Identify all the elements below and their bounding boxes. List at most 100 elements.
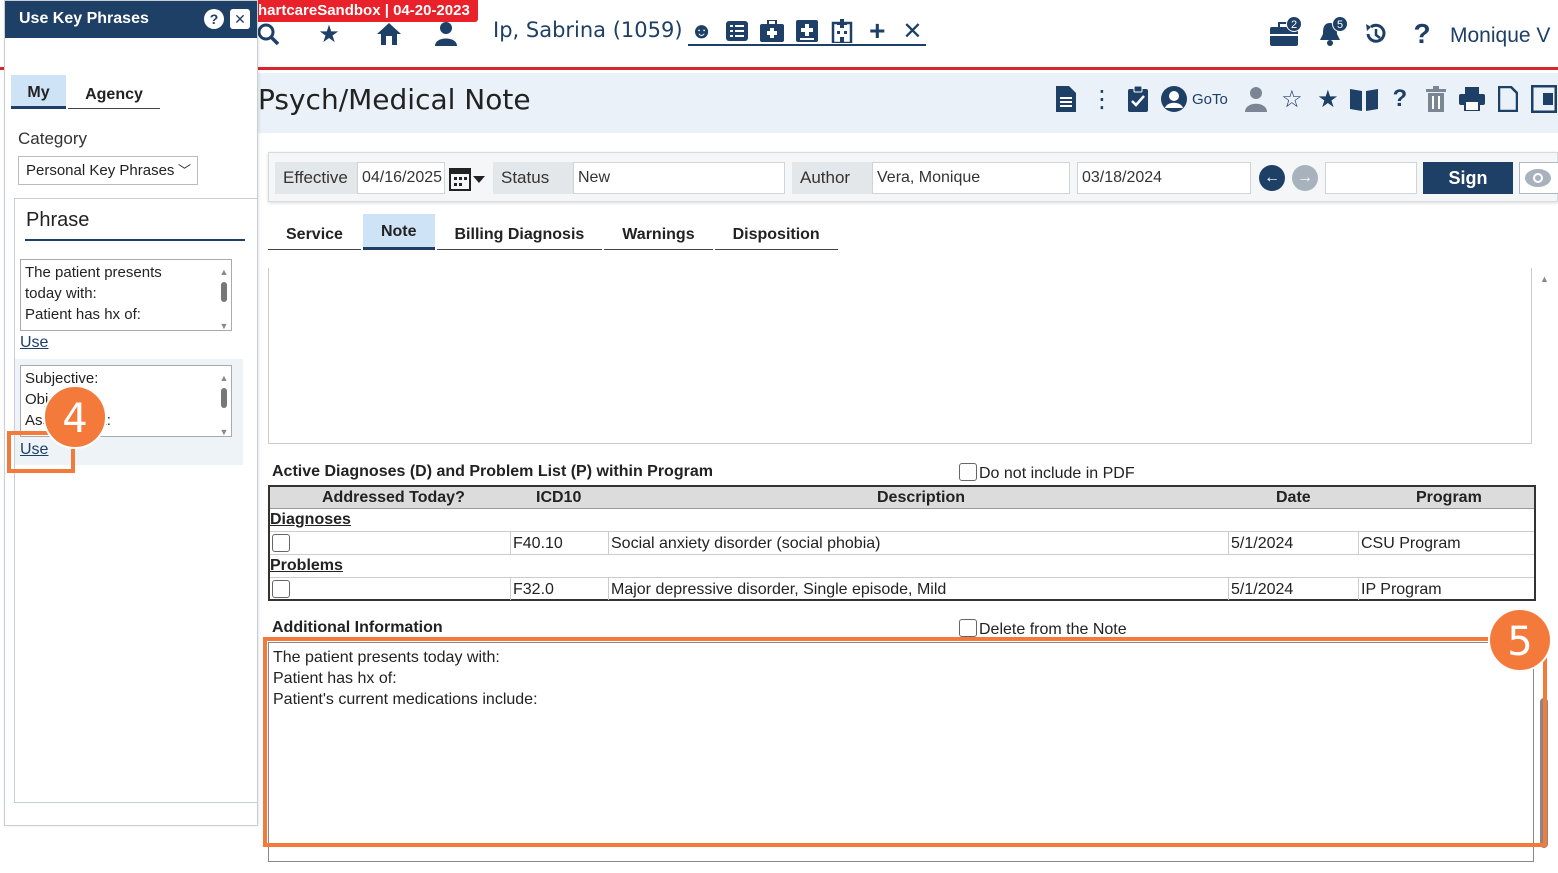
tab-billing-diagnosis[interactable]: Billing Diagnosis bbox=[436, 214, 603, 250]
trash-icon[interactable] bbox=[1422, 83, 1450, 115]
tab-warnings[interactable]: Warnings bbox=[604, 214, 713, 250]
list-icon[interactable] bbox=[723, 18, 750, 44]
problems-group-label[interactable]: Problems bbox=[270, 557, 343, 575]
star-filled-icon[interactable]: ★ bbox=[1314, 83, 1342, 115]
previous-arrow-icon[interactable]: ← bbox=[1259, 165, 1285, 191]
phrase-text-box[interactable]: The patient presents today with: Patient… bbox=[20, 259, 232, 331]
book-icon[interactable] bbox=[1349, 83, 1378, 115]
phrase-scrollbar[interactable]: ▲ ▼ bbox=[219, 368, 229, 436]
status-field[interactable]: New bbox=[573, 162, 785, 194]
category-select[interactable]: Personal Key Phrases ﹀ bbox=[18, 156, 198, 185]
bell-icon[interactable]: 5 bbox=[1312, 16, 1348, 52]
medkit-icon[interactable] bbox=[758, 18, 785, 44]
diagnoses-table: Addressed Today? ICD10 Description Date … bbox=[268, 485, 1536, 601]
addressed-checkbox[interactable] bbox=[272, 534, 290, 552]
program-cell: CSU Program bbox=[1361, 535, 1461, 552]
list-item: The patient presents today with: Patient… bbox=[15, 251, 243, 357]
use-link[interactable]: Use bbox=[20, 334, 48, 352]
author-label: Author bbox=[792, 162, 872, 194]
delete-from-note-option[interactable]: Delete from the Note bbox=[959, 616, 1127, 639]
effective-date-field[interactable]: 04/16/2025 bbox=[357, 162, 445, 194]
description-cell: Social anxiety disorder (social phobia) bbox=[611, 535, 881, 552]
date-field[interactable]: 03/18/2024 bbox=[1077, 162, 1251, 194]
smiley-icon[interactable]: ☻ bbox=[688, 18, 715, 44]
date-cell: 5/1/2024 bbox=[1231, 581, 1294, 598]
med-plus-icon[interactable] bbox=[793, 18, 820, 44]
tab-service[interactable]: Service bbox=[268, 214, 361, 250]
note-text-area[interactable] bbox=[268, 268, 1532, 444]
note-header-fields: Effective 04/16/2025 Status New Author V… bbox=[268, 152, 1558, 202]
more-vertical-icon[interactable]: ⋮ bbox=[1088, 83, 1116, 115]
document-toolbar: ⋮ GoTo ☆ ★ ? bbox=[1052, 83, 1558, 115]
column-header: Date bbox=[1276, 489, 1311, 506]
user-name[interactable]: Monique V bbox=[1450, 24, 1550, 48]
star-icon[interactable]: ★ bbox=[315, 20, 343, 48]
phrase-line: Subjective: bbox=[25, 370, 99, 387]
highlight-additional-info bbox=[263, 637, 1547, 847]
star-outline-icon[interactable]: ☆ bbox=[1278, 83, 1306, 115]
delete-from-note-checkbox[interactable] bbox=[959, 618, 977, 637]
tab-disposition[interactable]: Disposition bbox=[714, 214, 838, 250]
exclude-pdf-checkbox[interactable] bbox=[959, 462, 977, 481]
exclude-pdf-option[interactable]: Do not include in PDF bbox=[959, 460, 1135, 483]
blank-field[interactable] bbox=[1325, 162, 1417, 194]
effective-label: Effective bbox=[275, 162, 357, 194]
phrase-title: Phrase bbox=[26, 209, 90, 231]
home-icon[interactable] bbox=[375, 20, 403, 48]
plus-icon[interactable]: + bbox=[864, 15, 891, 46]
phrase-list: Phrase The patient presents today with: … bbox=[14, 198, 258, 803]
briefcase-badge: 2 bbox=[1286, 16, 1302, 32]
key-phrases-panel: Use Key Phrases ? ✕ My Agency Category P… bbox=[4, 0, 258, 826]
title-bar: Psych/Medical Note ⋮ GoTo ☆ ★ ? bbox=[258, 73, 1558, 133]
sign-button[interactable]: Sign bbox=[1423, 162, 1513, 194]
tab-note[interactable]: Note bbox=[362, 214, 435, 250]
phrase-scrollbar[interactable]: ▲ ▼ bbox=[219, 262, 229, 330]
close-icon[interactable]: ✕ bbox=[230, 9, 250, 29]
search-icon[interactable] bbox=[254, 20, 282, 48]
category-label: Category bbox=[18, 129, 87, 148]
step-5-callout: 5 bbox=[1488, 608, 1552, 672]
tab-agency[interactable]: Agency bbox=[68, 75, 160, 109]
date-cell: 5/1/2024 bbox=[1231, 535, 1294, 552]
step-4-callout: 4 bbox=[43, 385, 107, 449]
phrase-line: Patient has hx of: bbox=[25, 306, 141, 323]
help-icon[interactable]: ? bbox=[1386, 83, 1414, 115]
tab-my[interactable]: My bbox=[11, 75, 66, 109]
next-arrow-icon[interactable]: → bbox=[1292, 165, 1318, 191]
person-icon[interactable] bbox=[432, 20, 460, 48]
briefcase-icon[interactable]: 2 bbox=[1266, 16, 1302, 52]
calendar-icon[interactable] bbox=[449, 166, 489, 192]
hospital-icon[interactable] bbox=[829, 18, 856, 44]
goto-button[interactable]: GoTo bbox=[1160, 83, 1234, 115]
print-icon[interactable] bbox=[1458, 83, 1486, 115]
patient-name[interactable]: Ip, Sabrina (1059) bbox=[493, 18, 683, 42]
panel-icon[interactable] bbox=[1530, 83, 1558, 115]
status-label: Status bbox=[493, 162, 573, 194]
bell-badge: 5 bbox=[1332, 16, 1348, 32]
user-silhouette-icon[interactable] bbox=[1242, 83, 1270, 115]
column-header: Program bbox=[1416, 489, 1482, 506]
column-header: ICD10 bbox=[536, 489, 582, 506]
history-icon[interactable] bbox=[1358, 16, 1394, 52]
chevron-down-icon: ﹀ bbox=[177, 163, 191, 178]
help-icon[interactable]: ? bbox=[1404, 16, 1440, 52]
new-document-icon[interactable] bbox=[1494, 83, 1522, 115]
addressed-checkbox[interactable] bbox=[272, 580, 290, 598]
diagnoses-group-label[interactable]: Diagnoses bbox=[270, 511, 351, 529]
document-icon[interactable] bbox=[1052, 83, 1080, 115]
phrase-line: The patient presents bbox=[25, 264, 162, 281]
description-cell: Major depressive disorder, Single episod… bbox=[611, 581, 947, 598]
author-field[interactable]: Vera, Monique bbox=[872, 162, 1070, 194]
table-header: Addressed Today? ICD10 Description Date … bbox=[270, 487, 1534, 509]
close-icon[interactable]: ✕ bbox=[899, 18, 926, 45]
help-icon[interactable]: ? bbox=[204, 9, 224, 29]
table-row: F32.0 Major depressive disorder, Single … bbox=[270, 577, 1534, 601]
goto-label: GoTo bbox=[1192, 90, 1228, 108]
clipboard-check-icon[interactable] bbox=[1124, 83, 1152, 115]
key-phrases-header: Use Key Phrases ? ✕ bbox=[5, 1, 257, 38]
patient-toolbar: ☻ + ✕ bbox=[688, 15, 926, 46]
additional-info-title: Additional Information bbox=[272, 619, 443, 636]
environment-badge: hartcareSandbox | 04-20-2023 bbox=[250, 0, 478, 22]
phrase-line: today with: bbox=[25, 285, 97, 302]
eye-icon[interactable] bbox=[1519, 162, 1558, 194]
